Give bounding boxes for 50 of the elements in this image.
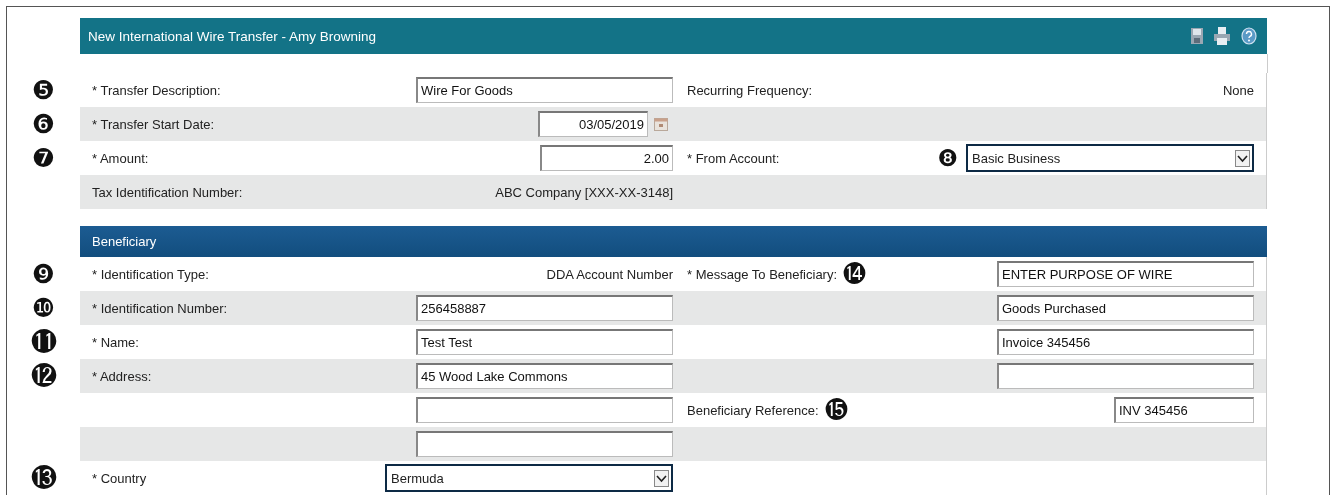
field-label: * Name: xyxy=(92,334,139,350)
input-field[interactable]: Invoice 345456 xyxy=(997,329,1254,355)
field-label: * From Account: xyxy=(687,150,780,166)
input-field[interactable] xyxy=(416,397,673,423)
chevron-down-icon xyxy=(654,469,669,487)
field-label: * Identification Type: xyxy=(92,266,209,282)
date-field[interactable]: 03/05/2019 xyxy=(538,111,648,137)
help-icon[interactable] xyxy=(1241,27,1257,45)
field-label: * Identification Number: xyxy=(92,300,228,316)
callout-number: ⓭ xyxy=(30,465,57,491)
chevron-down-icon xyxy=(1235,149,1250,167)
save-icon[interactable] xyxy=(1191,28,1203,44)
callout-number: ❿ xyxy=(31,295,56,321)
field-label: * Transfer Description: xyxy=(92,82,221,98)
field-value: DDA Account Number xyxy=(546,266,673,282)
input-field[interactable] xyxy=(997,363,1254,389)
field-label: * Address: xyxy=(92,368,152,384)
amount-field[interactable]: 2.00 xyxy=(540,145,673,171)
print-icon[interactable] xyxy=(1213,27,1231,45)
dropdown-field[interactable]: Bermuda xyxy=(385,464,673,492)
callout-number: ❾ xyxy=(31,261,56,287)
input-field[interactable]: ENTER PURPOSE OF WIRE xyxy=(997,261,1254,287)
calendar-icon[interactable] xyxy=(654,117,668,131)
input-field[interactable]: 256458887 xyxy=(416,295,673,321)
input-field[interactable]: 45 Wood Lake Commons xyxy=(416,363,673,389)
callout-number: ⓯ xyxy=(824,398,848,422)
callout-number: ⓫ xyxy=(30,329,57,355)
dropdown-field[interactable]: Basic Business xyxy=(966,144,1254,172)
input-field[interactable]: Goods Purchased xyxy=(997,295,1254,321)
callout-number: ❼ xyxy=(31,145,56,171)
field-label: * Amount: xyxy=(92,150,149,166)
input-field[interactable]: INV 345456 xyxy=(1114,397,1254,423)
callout-number: ⓬ xyxy=(30,363,57,389)
field-label: * Country xyxy=(92,470,147,486)
input-field[interactable]: Test Test xyxy=(416,329,673,355)
input-field[interactable]: Wire For Goods xyxy=(416,77,673,103)
window-title: New International Wire Transfer - Amy Browning xyxy=(88,28,377,44)
field-label: Recurring Frequency: xyxy=(687,82,812,98)
field-label: Beneficiary Reference: xyxy=(687,402,819,418)
field-value: ABC Company [XXX-XX-3148] xyxy=(495,184,673,200)
field-label: Tax Identification Number: xyxy=(92,184,243,200)
callout-number: ❽ xyxy=(937,146,958,170)
section-title: Beneficiary xyxy=(92,234,157,249)
field-value: None xyxy=(1222,82,1254,98)
callout-number: ❻ xyxy=(31,111,56,137)
field-label: * Message To Beneficiary: xyxy=(687,266,838,282)
callout-number: ⓮ xyxy=(843,262,867,286)
callout-number: ❺ xyxy=(31,77,56,103)
input-field[interactable] xyxy=(416,431,673,457)
field-label: * Transfer Start Date: xyxy=(92,116,215,132)
